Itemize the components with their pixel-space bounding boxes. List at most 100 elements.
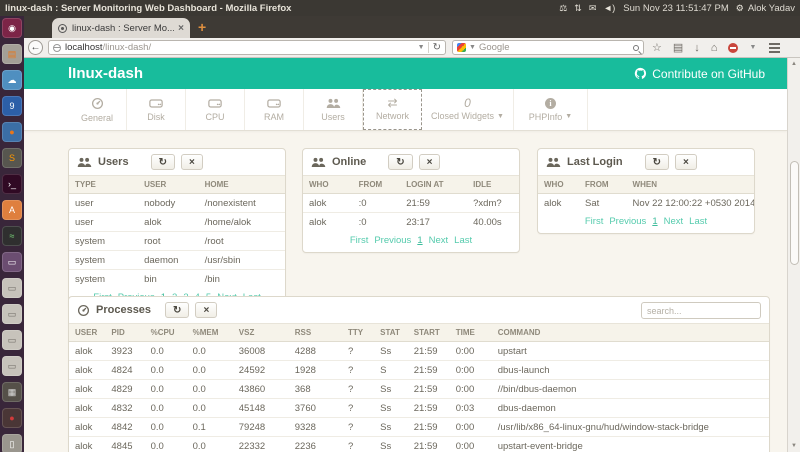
- table-row: alok48420.00.1792489328?Ss21:590:00/usr/…: [69, 418, 769, 437]
- table-cell: system: [69, 251, 138, 270]
- launcher-item-drive-1[interactable]: ▭: [2, 278, 22, 298]
- table-cell: dbus-launch: [492, 361, 769, 380]
- page-link[interactable]: Previous: [374, 235, 411, 246]
- page-link[interactable]: First: [585, 216, 603, 227]
- search-bar[interactable]: ▼ Google: [452, 40, 644, 55]
- scroll-down-arrow[interactable]: ▼: [788, 440, 800, 452]
- drive-3-icon: ▭: [8, 335, 17, 346]
- launcher-item-files-app[interactable]: ▤: [2, 44, 22, 64]
- launcher-item-drive-2[interactable]: ▭: [2, 304, 22, 324]
- input-indicator-icon[interactable]: ⚖: [559, 3, 567, 14]
- launcher-item-system-monitor-app[interactable]: ≈: [2, 226, 22, 246]
- search-engine-dropdown-icon[interactable]: ▼: [469, 44, 476, 51]
- table-cell: 0.0: [145, 361, 187, 380]
- launcher-item-drive-4[interactable]: ▭: [2, 356, 22, 376]
- table-row: systembin/bin: [69, 270, 285, 289]
- launcher-item-dash-home-button[interactable]: ◉: [2, 18, 22, 38]
- brand-title: lInux-dash: [68, 65, 143, 82]
- launcher-item-email-client-app[interactable]: ☁: [2, 70, 22, 90]
- column-header: FROM: [579, 176, 627, 194]
- downloads-icon[interactable]: ↓: [694, 42, 700, 54]
- table-cell: 0.0: [187, 399, 233, 418]
- bookmarks-list-icon[interactable]: ▤: [673, 41, 683, 54]
- scroll-up-arrow[interactable]: ▲: [788, 58, 800, 70]
- table-cell: alok: [538, 194, 579, 213]
- menu-hamburger-icon[interactable]: [769, 47, 780, 49]
- page-link[interactable]: 1: [417, 235, 422, 246]
- nav-label: CPU: [205, 112, 224, 122]
- browser-tab[interactable]: linux-dash : Server Mo... ×: [52, 18, 190, 38]
- nav-item-general[interactable]: General: [68, 89, 127, 130]
- table-header-row: WHO FROM WHEN: [538, 176, 754, 194]
- nav-item-closed-widgets[interactable]: 0 Closed Widgets▼: [422, 89, 514, 130]
- column-header: IDLE: [467, 176, 519, 194]
- close-widget-button[interactable]: ×: [675, 154, 697, 170]
- table-cell: system: [69, 270, 138, 289]
- nav-label: Disk: [147, 112, 165, 122]
- page-link[interactable]: Last: [689, 216, 707, 227]
- widget-title: Users: [98, 156, 129, 168]
- clock[interactable]: Sun Nov 23 11:51:47 PM: [623, 3, 728, 14]
- nav-item-users[interactable]: Users: [304, 89, 363, 130]
- table-cell: 4824: [105, 361, 144, 380]
- home-icon[interactable]: ⌂: [711, 42, 718, 54]
- url-bar[interactable]: localhost /linux-dash/ ▼ ↻: [48, 40, 446, 55]
- refresh-button[interactable]: ↻: [151, 154, 175, 170]
- launcher-item-drive-3[interactable]: ▭: [2, 330, 22, 350]
- adblock-icon[interactable]: [728, 43, 738, 53]
- close-widget-button[interactable]: ×: [419, 154, 441, 170]
- close-widget-button[interactable]: ×: [181, 154, 203, 170]
- launcher-item-terminal-app[interactable]: ›_: [2, 174, 22, 194]
- process-search-input[interactable]: [641, 302, 761, 319]
- page-link[interactable]: Previous: [609, 216, 646, 227]
- table-cell: 368: [289, 380, 342, 399]
- table-cell: Sat: [579, 194, 627, 213]
- reload-icon[interactable]: ↻: [428, 42, 441, 53]
- close-widget-button[interactable]: ×: [195, 302, 217, 318]
- nav-item-cpu[interactable]: CPU: [186, 89, 245, 130]
- back-button[interactable]: ←: [28, 40, 43, 55]
- page-link[interactable]: First: [350, 235, 368, 246]
- page-link[interactable]: Next: [429, 235, 449, 246]
- launcher-item-media-app[interactable]: ●: [2, 408, 22, 428]
- launcher-item-trash[interactable]: ▯: [2, 434, 22, 452]
- addon-caret-icon[interactable]: ▼: [749, 44, 756, 51]
- url-dropdown-icon[interactable]: ▼: [418, 44, 425, 51]
- table-cell: 2236: [289, 437, 342, 452]
- launcher-item-browser-app[interactable]: 9: [2, 96, 22, 116]
- table-cell: 24592: [233, 361, 289, 380]
- github-link[interactable]: Contribute on GitHub: [634, 67, 765, 81]
- launcher-item-text-editor-app[interactable]: S: [2, 148, 22, 168]
- refresh-button[interactable]: ↻: [165, 302, 189, 318]
- table-cell: 0.0: [187, 380, 233, 399]
- table-row: alok48320.00.0451483760?Ss21:590:03dbus-…: [69, 399, 769, 418]
- nav-item-phpinfo[interactable]: i PHPInfo▼: [514, 89, 588, 130]
- nav-item-ram[interactable]: RAM: [245, 89, 304, 130]
- refresh-button[interactable]: ↻: [388, 154, 412, 170]
- page-link[interactable]: 1: [652, 216, 657, 227]
- launcher-item-video-editor-app[interactable]: ▦: [2, 382, 22, 402]
- launcher-item-terminal-alt-app[interactable]: ▭: [2, 252, 22, 272]
- launcher-item-software-center-app[interactable]: A: [2, 200, 22, 220]
- session-gear-icon[interactable]: ⚙: [736, 3, 744, 14]
- drive-1-icon: ▭: [8, 283, 17, 294]
- page-link[interactable]: Next: [664, 216, 684, 227]
- network-indicator-icon[interactable]: ⇅: [574, 3, 582, 14]
- widget-header: Users ↻ ×: [69, 149, 285, 175]
- session-username[interactable]: Alok Yadav: [748, 3, 795, 14]
- column-header: %CPU: [145, 324, 187, 342]
- nav-item-network[interactable]: ⇄ Network: [363, 89, 422, 130]
- page-scrollbar[interactable]: ▲ ▼: [787, 58, 800, 452]
- scrollbar-thumb[interactable]: [790, 161, 799, 265]
- nav-item-disk[interactable]: Disk: [127, 89, 186, 130]
- table-cell: 22332: [233, 437, 289, 452]
- tab-close-icon[interactable]: ×: [178, 23, 184, 34]
- bookmark-star-icon[interactable]: ☆: [652, 41, 662, 54]
- refresh-button[interactable]: ↻: [645, 154, 669, 170]
- new-tab-button[interactable]: +: [198, 20, 206, 34]
- page-link[interactable]: Last: [454, 235, 472, 246]
- volume-icon[interactable]: ◄): [603, 3, 615, 13]
- launcher-item-firefox-app[interactable]: ●: [2, 122, 22, 142]
- messages-icon[interactable]: ✉: [589, 3, 597, 14]
- search-magnifier-icon[interactable]: [633, 45, 639, 51]
